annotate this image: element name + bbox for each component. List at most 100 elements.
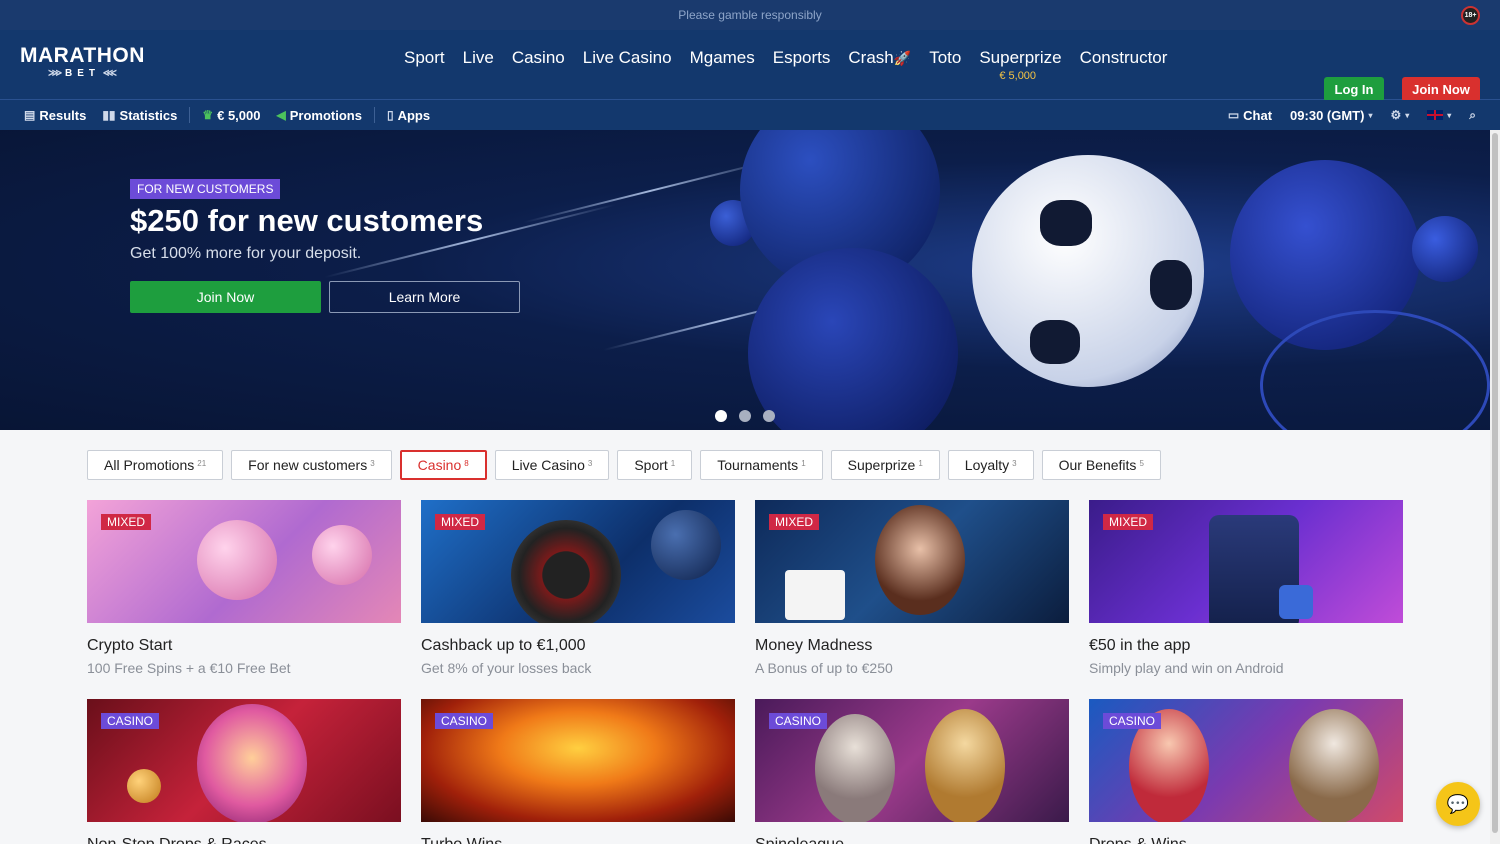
megaphone-icon: ◀	[276, 108, 286, 122]
promo-tag: MIXED	[769, 514, 820, 530]
results-link[interactable]: ▤ Results	[24, 108, 86, 123]
nav-live-casino[interactable]: Live Casino	[583, 48, 672, 68]
promo-card[interactable]: MIXED Money Madness A Bonus of up to €25…	[755, 500, 1069, 676]
chat-link[interactable]: ▭ Chat	[1228, 108, 1272, 123]
money-madness-image: MIXED	[755, 500, 1069, 623]
promotions-link[interactable]: ◀ Promotions	[276, 108, 361, 123]
roulette-image	[511, 520, 621, 623]
drops-and-wins-image: CASINO	[1089, 699, 1403, 822]
promo-card[interactable]: CASINO Spinoleague	[755, 699, 1069, 844]
promo-tag: MIXED	[101, 514, 152, 530]
tennis-ball-image	[1412, 216, 1478, 282]
nav-toto[interactable]: Toto	[929, 48, 961, 68]
chevron-down-icon: ▾	[1405, 110, 1410, 120]
join-now-button[interactable]: Join Now	[1402, 77, 1480, 102]
nav-constructor[interactable]: Constructor	[1080, 48, 1168, 68]
dice-image	[1279, 585, 1313, 619]
promo-card[interactable]: MIXED Crypto Start 100 Free Spins + a €1…	[87, 500, 401, 676]
responsible-gambling-text: Please gamble responsibly	[678, 8, 822, 22]
bar-chart-icon: ▮▮	[102, 108, 116, 122]
logo-wordmark: MARATHON	[20, 44, 145, 67]
promo-card[interactable]: MIXED Cashback up to €1,000 Get 8% of yo…	[421, 500, 735, 676]
gear-icon: ⚙	[1390, 108, 1402, 122]
hero-title: $250 for new customers	[130, 203, 484, 238]
filter-superprize[interactable]: Superprize 1	[830, 450, 940, 480]
filter-new-customers[interactable]: For new customers 3	[231, 450, 392, 480]
carousel-dot[interactable]	[739, 410, 751, 422]
chevron-down-icon: ▾	[1368, 110, 1373, 120]
support-chat-button[interactable]: 💬	[1436, 782, 1480, 826]
search-icon: ⌕	[1469, 107, 1476, 122]
promo-tag: MIXED	[435, 514, 486, 530]
login-button[interactable]: Log In	[1324, 77, 1384, 102]
hero-subtitle: Get 100% more for your deposit.	[130, 245, 362, 262]
hero-learn-more-button[interactable]: Learn More	[329, 281, 520, 313]
nav-crash[interactable]: Crash🚀	[848, 48, 911, 68]
zeus-image	[1289, 709, 1379, 822]
rocket-icon: 🚀	[893, 50, 912, 66]
filter-live-casino[interactable]: Live Casino 3	[494, 450, 610, 480]
apps-link[interactable]: ▯ Apps	[387, 108, 430, 123]
nav-superprize[interactable]: Superprize € 5,000	[979, 48, 1061, 82]
settings-menu[interactable]: ⚙ ▾	[1390, 108, 1409, 122]
soccer-ball-patch	[1040, 200, 1092, 246]
promo-tag: CASINO	[769, 713, 828, 729]
promo-title: Cashback up to €1,000	[421, 637, 586, 654]
carousel-dots	[715, 410, 775, 422]
soccer-ball-patch	[1030, 320, 1080, 364]
responsible-gambling-bar: Please gamble responsibly 18+	[0, 0, 1500, 30]
promo-title: €50 in the app	[1089, 637, 1191, 654]
nav-esports[interactable]: Esports	[773, 48, 831, 68]
trophy-icon: ♛	[202, 108, 214, 122]
marathon-bet-logo[interactable]: MARATHON ⋙ BET ⋘	[20, 44, 145, 79]
promo-card[interactable]: CASINO Turbo Wins	[421, 699, 735, 844]
hero-tag: FOR NEW CUSTOMERS	[130, 179, 281, 199]
non-stop-drops-image: CASINO	[87, 699, 401, 822]
filter-tournaments[interactable]: Tournaments 1	[700, 450, 823, 480]
cards-image	[785, 570, 845, 620]
main-nav: Sport Live Casino Live Casino Mgames Esp…	[404, 48, 1185, 82]
nav-live[interactable]: Live	[463, 48, 494, 68]
age-18-badge-icon: 18+	[1461, 6, 1480, 25]
promo-title: Non-Stop Drops & Races	[87, 836, 401, 844]
nav-casino[interactable]: Casino	[512, 48, 565, 68]
search-button[interactable]: ⌕	[1469, 108, 1476, 123]
filter-casino[interactable]: Casino 8	[399, 450, 487, 480]
promo-title: Turbo Wins	[421, 836, 735, 844]
carousel-dot[interactable]	[763, 410, 775, 422]
filter-sport[interactable]: Sport 1	[617, 450, 693, 480]
statistics-link[interactable]: ▮▮ Statistics	[102, 108, 177, 123]
filter-loyalty[interactable]: Loyalty 3	[947, 450, 1034, 480]
filter-all-promotions[interactable]: All Promotions 21	[87, 450, 224, 480]
jackpot-link[interactable]: ♛ € 5,000	[202, 108, 260, 123]
promo-tag: CASINO	[101, 713, 160, 729]
promo-card[interactable]: MIXED €50 in the app Simply play and win…	[1089, 500, 1403, 676]
carousel-dot[interactable]	[715, 410, 727, 422]
hero-banner[interactable]: FOR NEW CUSTOMERS $250 for new customers…	[0, 130, 1490, 430]
logo-subtext: ⋙ BET ⋘	[47, 68, 117, 79]
filter-our-benefits[interactable]: Our Benefits 5	[1041, 450, 1161, 480]
promo-card[interactable]: CASINO Non-Stop Drops & Races	[87, 699, 401, 844]
soccer-ball-patch	[1150, 260, 1192, 310]
promo-tag: CASINO	[435, 713, 494, 729]
crypto-start-image: MIXED	[87, 500, 401, 623]
superprize-amount: € 5,000	[999, 70, 1037, 82]
promo-card[interactable]: CASINO Drops & Wins	[1089, 699, 1403, 844]
nav-sport[interactable]: Sport	[404, 48, 445, 68]
goddess-image	[925, 709, 1005, 822]
ball-image	[651, 510, 721, 580]
zeus-image	[815, 714, 895, 822]
phone-icon: ▯	[386, 108, 394, 122]
nav-mgames[interactable]: Mgames	[690, 48, 755, 68]
chevron-down-icon: ▾	[1447, 110, 1452, 120]
scrollbar-thumb[interactable]	[1492, 133, 1498, 833]
promo-tag: MIXED	[1103, 514, 1154, 530]
coin-image	[127, 769, 161, 803]
promo-title: Money Madness	[755, 637, 873, 654]
hero-join-button[interactable]: Join Now	[130, 281, 321, 313]
language-selector[interactable]: ▾	[1427, 110, 1451, 120]
chat-icon: ▭	[1227, 108, 1240, 122]
time-selector[interactable]: 09:30 (GMT) ▾	[1290, 108, 1372, 123]
promotion-filters: All Promotions 21 For new customers 3 Casi…	[87, 450, 1161, 480]
promo-subtitle: 100 Free Spins + a €10 Free Bet	[87, 660, 291, 676]
